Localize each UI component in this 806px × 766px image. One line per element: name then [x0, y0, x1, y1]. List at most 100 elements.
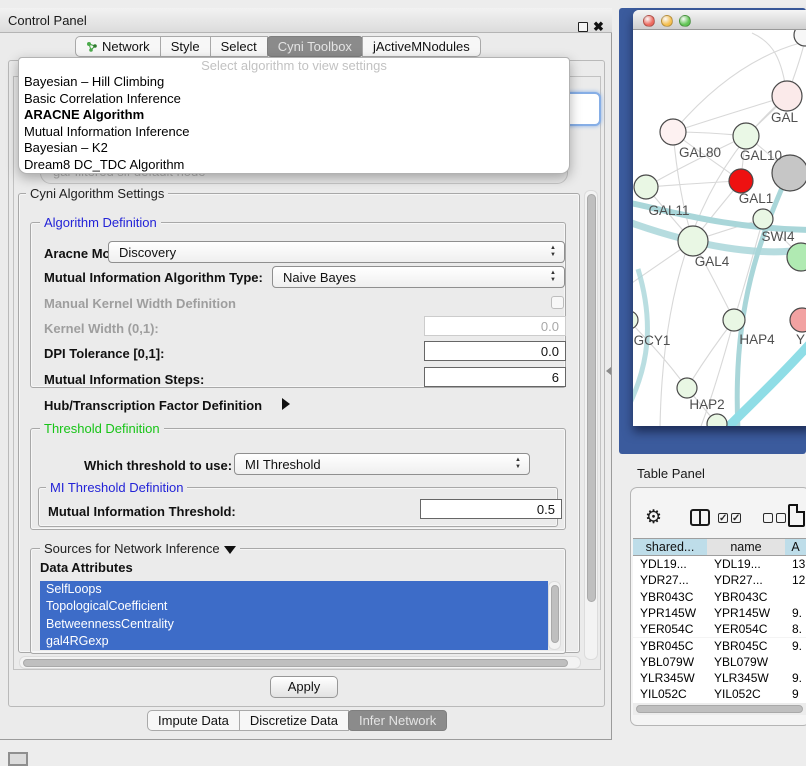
table-cell[interactable]: YER054C	[633, 621, 708, 637]
apply-button[interactable]: Apply	[270, 676, 338, 698]
network-node-gal[interactable]	[772, 81, 802, 111]
which-threshold-value: MI Threshold	[245, 457, 321, 472]
network-window-titlebar[interactable]	[633, 10, 806, 30]
network-canvas[interactable]: GALGAL80GAL10GAL1GAL11SWI4GAL4GCY1HAP4YH…	[633, 30, 806, 426]
unchecked-checkbox-icon[interactable]	[776, 513, 786, 523]
mi-threshold-field[interactable]: 0.5	[420, 499, 562, 519]
manual-kernel-checkbox[interactable]	[551, 296, 564, 309]
gear-icon[interactable]: ⚙	[645, 506, 662, 529]
network-node-gcy1[interactable]	[633, 311, 638, 329]
which-threshold-combo[interactable]: MI Threshold ▲▼	[234, 453, 530, 475]
table-horizontal-scrollbar[interactable]	[633, 703, 806, 715]
table-cell[interactable]: 9.	[785, 605, 806, 621]
dropdown-item[interactable]: Bayesian – Hill Climbing	[19, 74, 569, 91]
splitter-collapse-icon[interactable]	[606, 367, 611, 375]
attribute-list-item[interactable]: TopologicalCoefficient	[40, 598, 548, 615]
table-cell[interactable]: YDR27...	[707, 572, 786, 588]
network-node-gal4[interactable]	[678, 226, 708, 256]
dropdown-item[interactable]: Dream8 DC_TDC Algorithm	[19, 157, 569, 174]
dropdown-item[interactable]: ARACNE Algorithm	[19, 107, 569, 124]
settings-horizontal-scrollbar[interactable]	[19, 656, 581, 669]
table-cell[interactable]: YDL19...	[707, 556, 786, 572]
settings-vertical-scrollbar[interactable]	[584, 190, 598, 660]
scrollbar-thumb[interactable]	[587, 194, 596, 602]
minimize-traffic-light[interactable]	[661, 15, 673, 27]
attribute-list-item[interactable]: BetweennessCentrality	[40, 616, 548, 633]
table-cell[interactable]: 12	[785, 572, 806, 588]
network-node-hap4[interactable]	[723, 309, 745, 331]
float-window-icon[interactable]	[578, 22, 588, 32]
tab-style[interactable]: Style	[160, 36, 211, 57]
table-cell[interactable]: 9.	[785, 638, 806, 654]
unchecked-checkbox-icon[interactable]	[763, 513, 773, 523]
dropdown-item[interactable]: Basic Correlation Inference	[19, 91, 569, 108]
table-cell[interactable]	[785, 654, 806, 670]
scrollbar-thumb[interactable]	[636, 705, 803, 713]
tab-infer-network[interactable]: Infer Network	[348, 710, 447, 731]
table-cell[interactable]: YPR145W	[633, 605, 708, 621]
dropdown-item[interactable]: Bayesian – K2	[19, 140, 569, 157]
table-cell[interactable]: YPR145W	[707, 605, 786, 621]
floating-panel-icon[interactable]	[8, 752, 28, 766]
network-node[interactable]	[794, 30, 806, 46]
table-cell[interactable]: 9.	[785, 670, 806, 686]
network-node-gal11[interactable]	[634, 175, 658, 199]
tab-select[interactable]: Select	[210, 36, 268, 57]
table-cell[interactable]	[785, 589, 806, 605]
tab-label: Impute Data	[158, 713, 229, 728]
document-icon[interactable]	[788, 504, 805, 527]
tab-impute-data[interactable]: Impute Data	[147, 710, 240, 731]
mi-type-combo[interactable]: Naive Bayes ▲▼	[272, 266, 565, 288]
column-header-shared[interactable]: shared...	[633, 538, 708, 556]
table-cell[interactable]: YBR043C	[707, 589, 786, 605]
table-cell[interactable]: YDR27...	[633, 572, 708, 588]
tab-network[interactable]: Network	[75, 36, 161, 57]
column-header-A[interactable]: A	[785, 538, 806, 556]
checked-checkbox-icon[interactable]: ✓	[718, 513, 728, 523]
attribute-list-item[interactable]: SelfLoops	[40, 581, 548, 598]
network-node-y[interactable]	[790, 308, 806, 332]
attributes-list-scrollbar[interactable]	[548, 581, 561, 650]
table-cell[interactable]: YBL079W	[633, 654, 708, 670]
tab-cyni-toolbox[interactable]: Cyni Toolbox	[267, 36, 363, 57]
network-node-gal80[interactable]	[660, 119, 686, 145]
dropdown-item[interactable]: Mutual Information Inference	[19, 124, 569, 141]
table-cell[interactable]: YBL079W	[707, 654, 786, 670]
scrollbar-thumb[interactable]	[551, 585, 559, 643]
kernel-width-field[interactable]: 0.0	[424, 316, 566, 336]
tab-discretize-data[interactable]: Discretize Data	[239, 710, 349, 731]
zoom-traffic-light[interactable]	[679, 15, 691, 27]
network-node-gal1[interactable]	[729, 169, 753, 193]
table-cell[interactable]: YLR345W	[707, 670, 786, 686]
sources-title[interactable]: Sources for Network Inference	[40, 541, 240, 556]
data-attributes-list[interactable]: SelfLoopsTopologicalCoefficientBetweenne…	[40, 581, 548, 650]
table-cell[interactable]: YBR045C	[707, 638, 786, 654]
dpi-tolerance-field[interactable]: 0.0	[424, 341, 566, 361]
table-cell[interactable]: YDL19...	[633, 556, 708, 572]
aracne-mode-combo[interactable]: Discovery ▲▼	[108, 241, 565, 263]
tab-jactivemnodules[interactable]: jActiveMNodules	[362, 36, 481, 57]
close-traffic-light[interactable]	[643, 15, 655, 27]
table-cell[interactable]: YER054C	[707, 621, 786, 637]
mi-steps-field[interactable]: 6	[424, 367, 566, 387]
hub-definition-label[interactable]: Hub/Transcription Factor Definition	[44, 398, 262, 413]
column-header-name[interactable]: name	[707, 538, 786, 556]
checked-checkbox-icon[interactable]: ✓	[731, 513, 741, 523]
close-icon[interactable]: ✖	[593, 19, 604, 35]
table-cell[interactable]: YIL052C	[707, 686, 786, 702]
table-cell[interactable]: YLR345W	[633, 670, 708, 686]
attribute-list-item[interactable]: gal4RGexp	[40, 633, 548, 650]
network-node-swi4[interactable]	[753, 209, 773, 229]
table-cell[interactable]: 8.	[785, 621, 806, 637]
table-cell[interactable]: YIL052C	[633, 686, 708, 702]
column-view-icon[interactable]	[690, 509, 710, 526]
network-node-hap2[interactable]	[677, 378, 697, 398]
table-cell[interactable]: YBR043C	[633, 589, 708, 605]
scrollbar-thumb[interactable]	[23, 659, 568, 667]
table-cell[interactable]: 9	[785, 686, 806, 702]
network-node[interactable]	[787, 243, 806, 271]
expand-right-icon[interactable]	[282, 398, 290, 410]
network-node-gal10[interactable]	[733, 123, 759, 149]
table-cell[interactable]: YBR045C	[633, 638, 708, 654]
table-cell[interactable]: 13	[785, 556, 806, 572]
